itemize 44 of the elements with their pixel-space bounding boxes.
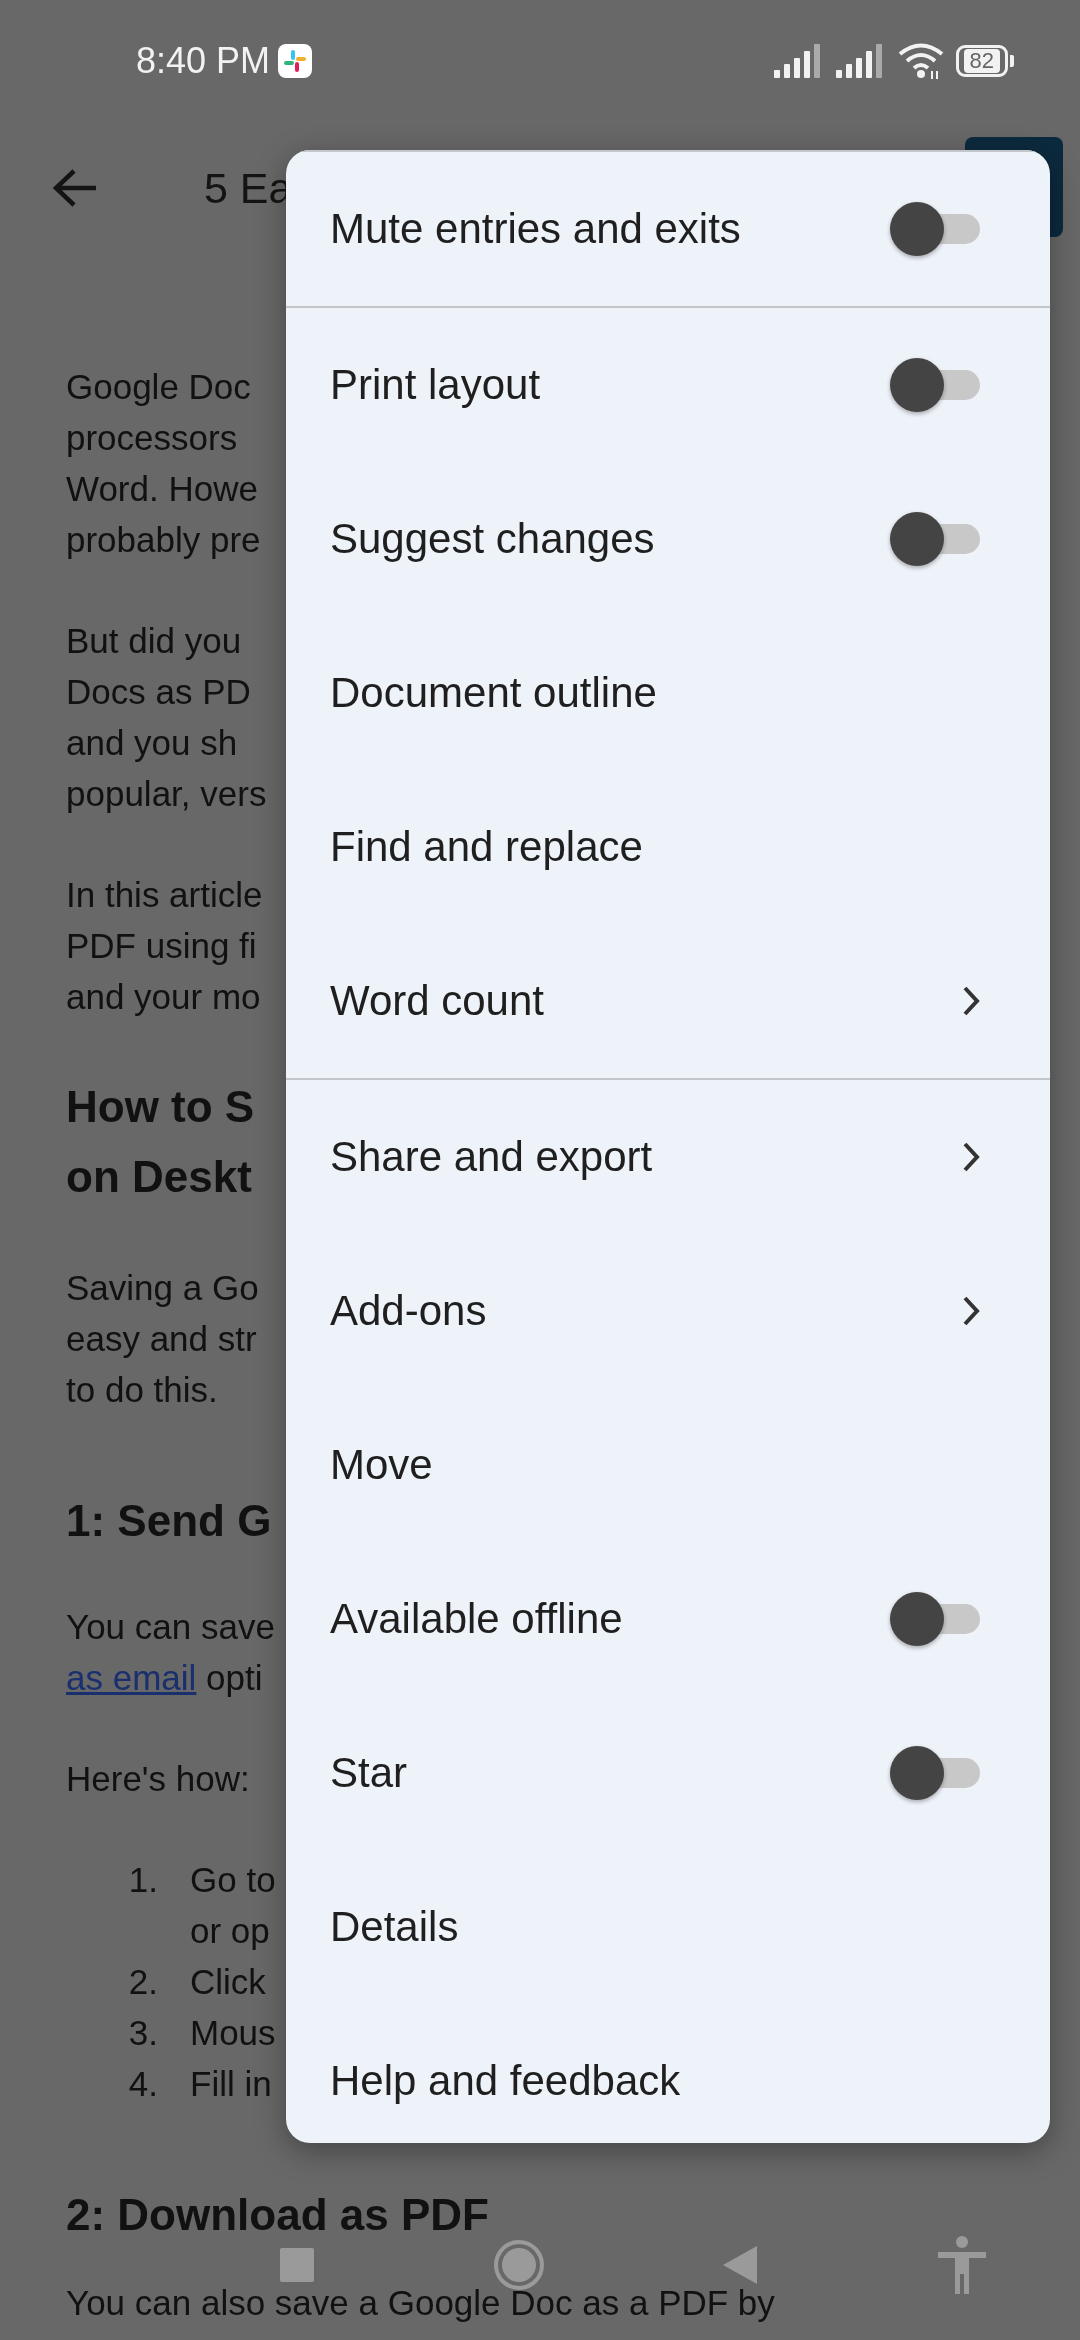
menu-item[interactable]: Print layout (286, 308, 1050, 462)
menu-item[interactable]: Help and feedback (286, 2004, 1050, 2143)
toggle-switch[interactable] (890, 1592, 980, 1646)
paragraph-text: Here's how: (66, 1758, 250, 1800)
list-item-text: Mous (190, 2012, 276, 2054)
menu-item[interactable]: Document outline (286, 616, 1050, 770)
paragraph-text: Saving a Go easy and str to do this. (66, 1267, 259, 1411)
menu-item[interactable]: Find and replace (286, 770, 1050, 924)
subsection-heading: 2: Download as PDF (66, 2189, 489, 2241)
menu-item[interactable]: Move (286, 1388, 1050, 1542)
wifi-icon (897, 43, 944, 79)
list-item-text: Click (190, 1961, 266, 2003)
menu-item[interactable]: Details (286, 1850, 1050, 2004)
menu-item[interactable]: Star (286, 1696, 1050, 1850)
chevron-right-icon (962, 1141, 980, 1173)
list-item-text: Fill in (190, 2063, 272, 2105)
subsection-heading: 1: Send G (66, 1495, 272, 1547)
list-item-text: Go to or op (190, 1859, 276, 1952)
list-number: 1. (127, 1859, 159, 1901)
back-icon[interactable] (52, 168, 98, 208)
paragraph-text: But did you Docs as PD and you sh popular, vers (66, 620, 267, 815)
app-notification-icon (278, 44, 313, 78)
list-number: 4. (127, 2063, 159, 2105)
paragraph-text: You can also save a Google Doc as a PDF by (66, 2282, 775, 2324)
section-heading: How to S on Deskt (66, 1081, 255, 1203)
toggle-switch[interactable] (890, 202, 980, 256)
menu-item[interactable]: Share and export (286, 1080, 1050, 1234)
paragraph-text: You can save as email opti (66, 1606, 275, 1699)
battery-indicator: 82 (955, 45, 1014, 77)
toggle-switch[interactable] (890, 1746, 980, 1800)
paragraph-text: Google Doc processors Word. Howe probably pre (66, 366, 261, 561)
paragraph-text: In this article PDF using fi and your mo (66, 874, 263, 1018)
menu-item[interactable]: Suggest changes (286, 462, 1050, 616)
menu-item[interactable]: Mute entries and exits (286, 152, 1050, 306)
toggle-switch[interactable] (890, 358, 980, 412)
status-time: 8:40 PM (136, 40, 271, 82)
list-number: 2. (127, 1961, 159, 2003)
chevron-right-icon (962, 1295, 980, 1327)
chevron-right-icon (962, 985, 980, 1017)
list-number: 3. (127, 2012, 159, 2054)
toggle-switch[interactable] (890, 512, 980, 566)
menu-item[interactable]: Available offline (286, 1542, 1050, 1696)
menu-item[interactable]: Add-ons (286, 1234, 1050, 1388)
menu-item[interactable]: Word count (286, 924, 1050, 1078)
